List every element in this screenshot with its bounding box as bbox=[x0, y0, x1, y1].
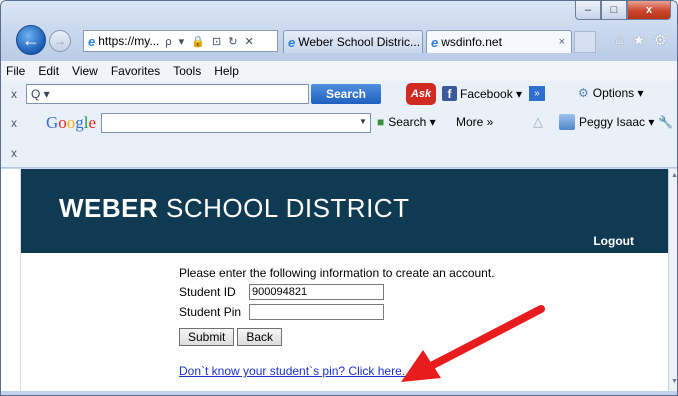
logout-link[interactable]: Logout bbox=[593, 234, 634, 248]
menu-view[interactable]: View bbox=[72, 64, 98, 78]
scroll-down-icon[interactable]: ▼ bbox=[670, 378, 677, 388]
toolbar-search-input[interactable]: Q ▾ bbox=[26, 84, 309, 104]
brand-bold: WEBER bbox=[59, 193, 159, 223]
tab-wsdinfo[interactable]: e wsdinfo.net × bbox=[426, 30, 572, 53]
left-gutter bbox=[1, 169, 21, 391]
ie-tab-icon: e bbox=[431, 34, 439, 50]
vertical-scrollbar[interactable]: ▲ ▼ bbox=[668, 169, 677, 391]
window-controls: – □ x bbox=[575, 1, 671, 21]
address-tools-icons[interactable]: ρ ▾ 🔒 ⊡ ↻ ✕ bbox=[165, 35, 255, 48]
address-url: https://my... bbox=[98, 34, 160, 48]
toolbar-search-button[interactable]: Search bbox=[311, 84, 381, 104]
ie-page-icon: e bbox=[88, 33, 96, 49]
ask-toolbar: x Q ▾ Search Ask f Facebook ▾ » ⚙ Option… bbox=[1, 81, 677, 108]
toolbar-close-icon[interactable]: x bbox=[11, 87, 17, 101]
browser-window: – □ x ← → e https://my... ρ ▾ 🔒 ⊡ ↻ ✕ e … bbox=[0, 0, 678, 396]
student-id-label: Student ID bbox=[179, 285, 236, 299]
red-arrow-annotation bbox=[401, 305, 545, 382]
pin-help-link[interactable]: Don`t know your student`s pin? Click her… bbox=[179, 364, 405, 378]
tab-label: Weber School Distric... bbox=[298, 35, 421, 49]
google-search-button[interactable]: ■ Search ▾ bbox=[377, 115, 436, 129]
ask-logo[interactable]: Ask bbox=[406, 83, 436, 105]
scroll-up-icon[interactable]: ▲ bbox=[670, 172, 677, 182]
empty-toolbar: x bbox=[1, 138, 677, 168]
minimize-button[interactable]: – bbox=[575, 1, 601, 20]
window-bottom-edge bbox=[1, 391, 677, 395]
options-label: Options ▾ bbox=[592, 86, 644, 100]
ie-tab-icon: e bbox=[288, 34, 296, 50]
close-button[interactable]: x bbox=[627, 1, 671, 20]
tab-weber[interactable]: e Weber School Distric... bbox=[283, 30, 423, 53]
menu-edit[interactable]: Edit bbox=[38, 64, 59, 78]
menu-tools[interactable]: Tools bbox=[173, 64, 201, 78]
student-pin-label: Student Pin bbox=[179, 305, 242, 319]
gear-icon[interactable]: ⚙ bbox=[654, 31, 667, 49]
back-form-button[interactable]: Back bbox=[237, 328, 283, 346]
toolbar-close-icon[interactable]: x bbox=[11, 116, 17, 130]
address-bar[interactable]: e https://my... ρ ▾ 🔒 ⊡ ↻ ✕ bbox=[83, 30, 278, 52]
search-icon: Q ▾ bbox=[31, 87, 50, 101]
google-toolbar: x Google ▼ ■ Search ▾ More » △ Peggy Isa… bbox=[1, 108, 677, 138]
google-search-input[interactable] bbox=[101, 113, 371, 133]
back-arrow-icon: ← bbox=[22, 29, 40, 50]
home-icon[interactable]: ⌂ bbox=[615, 31, 624, 49]
new-tab-button[interactable] bbox=[574, 31, 596, 53]
student-pin-input[interactable] bbox=[249, 304, 384, 320]
menu-file[interactable]: File bbox=[6, 64, 25, 78]
submit-button[interactable]: Submit bbox=[179, 328, 235, 346]
wrench-icon[interactable]: 🔧 bbox=[658, 115, 673, 129]
facebook-label: Facebook ▾ bbox=[460, 86, 523, 101]
bell-icon[interactable]: △ bbox=[533, 114, 543, 130]
forward-button[interactable]: → bbox=[49, 30, 71, 52]
options-gear-icon: ⚙ bbox=[578, 86, 589, 100]
student-id-input[interactable]: 900094821 bbox=[249, 284, 384, 300]
form-instructions: Please enter the following information t… bbox=[179, 266, 495, 280]
menu-bar: File Edit View Favorites Tools Help bbox=[1, 61, 677, 81]
more-chevron-icon[interactable]: » bbox=[529, 86, 545, 101]
back-button[interactable]: ← bbox=[16, 25, 46, 55]
facebook-button[interactable]: f Facebook ▾ bbox=[442, 86, 522, 101]
dropdown-arrow-icon[interactable]: ▼ bbox=[359, 117, 367, 126]
tab-label: wsdinfo.net bbox=[441, 35, 502, 49]
avatar bbox=[559, 114, 575, 130]
google-search-icon: ■ bbox=[377, 115, 385, 129]
student-id-row: Student ID 900094821 bbox=[179, 284, 495, 300]
arrow-shaft bbox=[427, 305, 545, 370]
google-more-button[interactable]: More » bbox=[456, 115, 493, 129]
tab-close-icon[interactable]: × bbox=[559, 36, 565, 48]
nav-icons: ⌂ ★ ⚙ bbox=[615, 31, 667, 49]
favorites-star-icon[interactable]: ★ bbox=[632, 31, 645, 49]
google-logo: Google bbox=[46, 113, 97, 132]
maximize-button[interactable]: □ bbox=[601, 1, 627, 20]
google-search-label: Search ▾ bbox=[388, 115, 436, 129]
brand-rest: SCHOOL DISTRICT bbox=[158, 193, 410, 223]
forward-arrow-icon: → bbox=[54, 34, 66, 48]
page-content: WEBER SCHOOL DISTRICT Logout Please ente… bbox=[21, 169, 668, 391]
district-logo: WEBER SCHOOL DISTRICT bbox=[59, 193, 409, 224]
menu-favorites[interactable]: Favorites bbox=[111, 64, 160, 78]
facebook-icon: f bbox=[442, 86, 457, 101]
toolbar-close-icon[interactable]: x bbox=[11, 146, 17, 160]
options-button[interactable]: ⚙ Options ▾ bbox=[578, 86, 643, 100]
header-banner: WEBER SCHOOL DISTRICT Logout bbox=[21, 169, 668, 253]
user-name: Peggy Isaac ▾ bbox=[579, 115, 655, 129]
user-account-button[interactable]: Peggy Isaac ▾ 🔧 bbox=[559, 114, 673, 130]
menu-help[interactable]: Help bbox=[214, 64, 239, 78]
